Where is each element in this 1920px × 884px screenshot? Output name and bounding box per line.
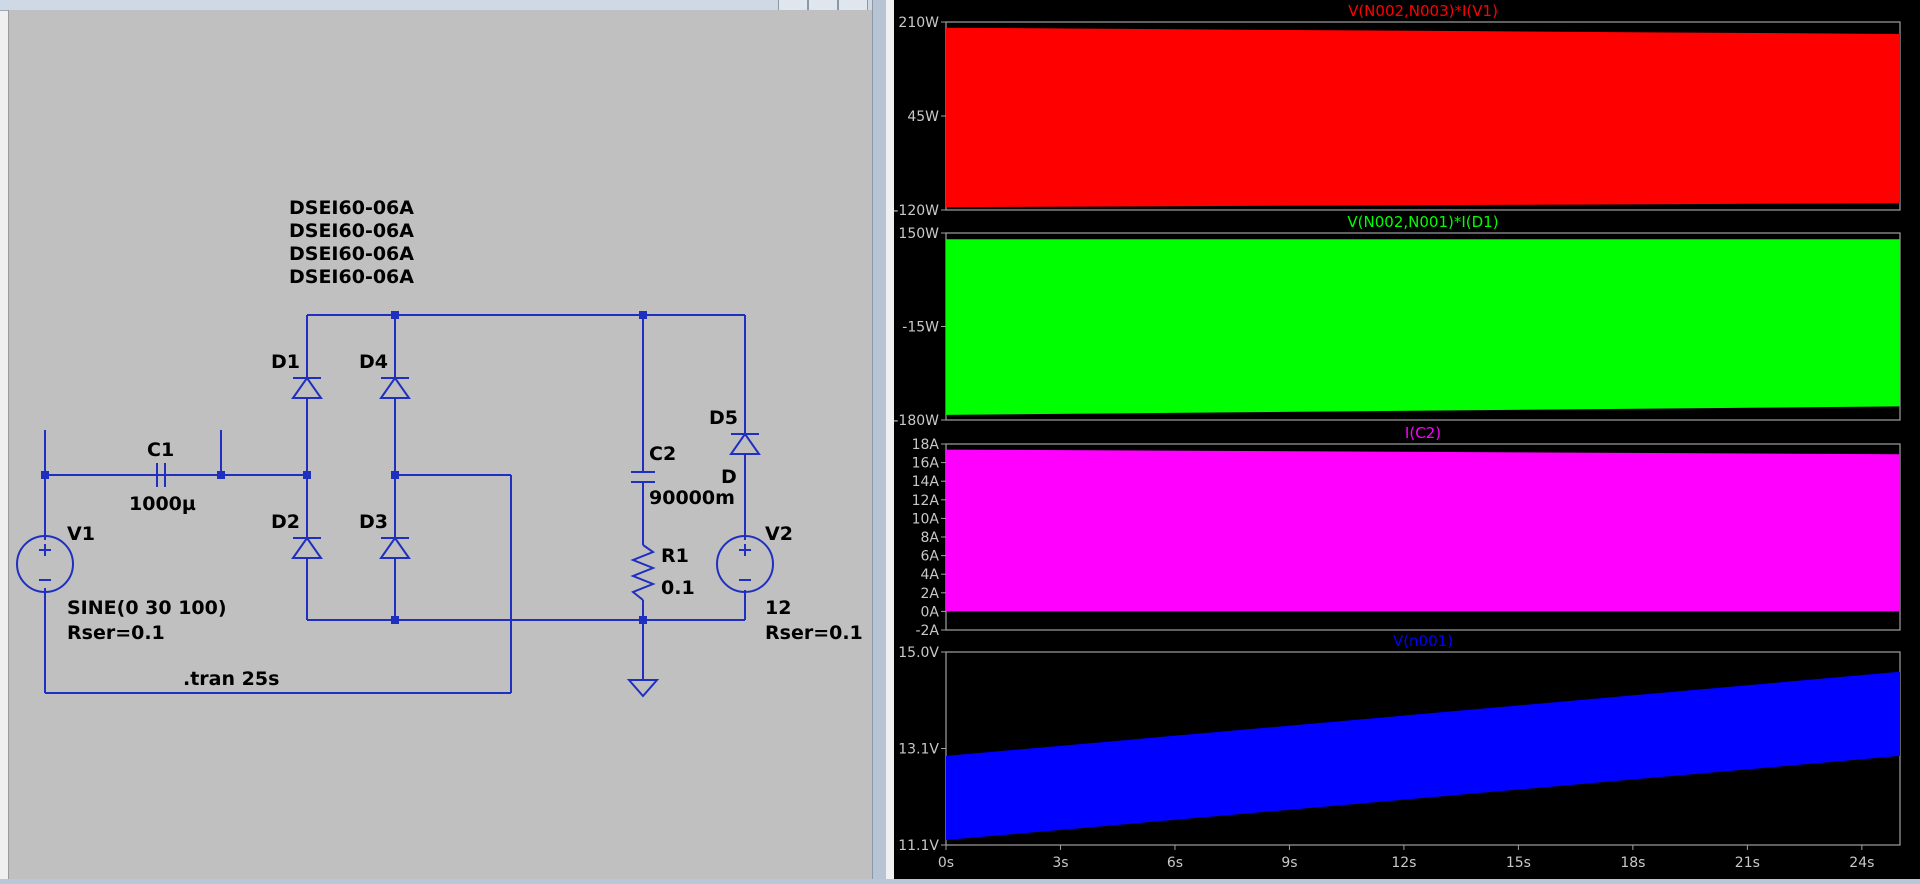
d5-value: D: [721, 466, 737, 488]
c1-label: C1: [147, 439, 174, 461]
d2-label: D2: [271, 511, 300, 533]
resistor-r1[interactable]: [630, 544, 656, 601]
d1-label: D1: [271, 351, 300, 373]
waveform-canvas[interactable]: V(N002,N003)*I(V1) 210W 45W -120W V(N002,N00…: [893, 0, 1920, 879]
junction-dot: [391, 616, 399, 624]
y-tick-label: 2A: [921, 586, 940, 602]
c1-value: 1000µ: [129, 493, 196, 515]
junction-dot: [639, 616, 647, 624]
r1-label: R1: [661, 545, 689, 567]
x-tick-label: 0s: [938, 855, 954, 871]
y-tick-label: 6A: [921, 549, 940, 565]
trace-title[interactable]: V(N002,N001)*I(D1): [1347, 213, 1498, 231]
diode-model-label: DSEI60-06A: [289, 266, 414, 288]
v2-rser: Rser=0.1: [765, 622, 863, 644]
x-tick-label: 15s: [1506, 855, 1531, 871]
diode-model-label: DSEI60-06A: [289, 220, 414, 242]
c2-label: C2: [649, 443, 676, 465]
y-tick-label: -180W: [894, 413, 939, 429]
y-tick-label: 13.1V: [898, 742, 939, 758]
trace-title[interactable]: V(n001): [1393, 632, 1453, 650]
y-tick-label: 11.1V: [898, 838, 939, 854]
diode-d4[interactable]: [379, 376, 411, 399]
r1-value: 0.1: [661, 577, 695, 599]
v2-value: 12: [765, 597, 791, 619]
x-tick-label: 21s: [1735, 855, 1760, 871]
junction-dot: [41, 471, 49, 479]
ground-icon: [626, 679, 660, 698]
y-tick-label: 12A: [912, 493, 940, 509]
junctions: [41, 311, 647, 624]
schematic-drawing[interactable]: DSEI60-06A DSEI60-06A DSEI60-06A DSEI60-…: [9, 10, 873, 879]
x-tick-label: 9s: [1281, 855, 1297, 871]
y-tick-label: 8A: [921, 530, 940, 546]
waveform-window: V(N002,N003)*I(V1) 210W 45W -120W V(N002,N00…: [886, 0, 1920, 879]
y-tick-label: -15W: [902, 320, 939, 336]
y-tick-label: 10A: [912, 511, 940, 527]
v2-label: V2: [765, 523, 793, 545]
junction-dot: [391, 471, 399, 479]
v1-label: V1: [67, 523, 95, 545]
y-tick-label: 15.0V: [898, 645, 939, 661]
y-tick-label: 150W: [898, 226, 939, 242]
trace-envelope[interactable]: [946, 671, 1900, 841]
v1-rser: Rser=0.1: [67, 622, 165, 644]
trace-envelope[interactable]: [946, 239, 1900, 415]
x-tick-label: 24s: [1849, 855, 1874, 871]
junction-dot: [391, 311, 399, 319]
y-tick-label: 0A: [921, 604, 940, 620]
d5-label: D5: [709, 407, 738, 429]
waveform-plot[interactable]: V(N002,N003)*I(V1) 210W 45W -120W V(N002,N00…: [893, 0, 1920, 879]
c2-value: 90000m: [649, 487, 735, 509]
voltage-source-v1[interactable]: [16, 535, 74, 593]
v1-value: SINE(0 30 100): [67, 597, 227, 619]
y-tick-label: 16A: [912, 456, 940, 472]
junction-dot: [303, 471, 311, 479]
trace-title[interactable]: V(N002,N003)*I(V1): [1348, 2, 1498, 20]
d4-label: D4: [359, 351, 388, 373]
y-tick-label: 210W: [898, 15, 939, 31]
x-tick-label: 18s: [1620, 855, 1645, 871]
y-tick-label: 4A: [921, 567, 940, 583]
trace-envelope[interactable]: [946, 449, 1900, 612]
app-window: DSEI60-06A DSEI60-06A DSEI60-06A DSEI60-…: [0, 0, 1920, 879]
x-tick-label: 3s: [1052, 855, 1068, 871]
x-tick-label: 12s: [1391, 855, 1416, 871]
diode-model-label: DSEI60-06A: [289, 243, 414, 265]
y-tick-label: -120W: [894, 203, 939, 219]
tran-directive[interactable]: .tran 25s: [183, 668, 279, 690]
schematic-canvas[interactable]: DSEI60-06A DSEI60-06A DSEI60-06A DSEI60-…: [8, 10, 873, 879]
y-tick-label: -2A: [915, 623, 939, 639]
y-tick-label: 18A: [912, 437, 940, 453]
junction-dot: [217, 471, 225, 479]
junction-dot: [639, 311, 647, 319]
capacitor-c2[interactable]: [631, 471, 655, 483]
y-tick-label: 45W: [907, 109, 939, 125]
d3-label: D3: [359, 511, 388, 533]
diode-d1[interactable]: [291, 376, 323, 399]
y-tick-label: 14A: [912, 474, 940, 490]
diode-d3[interactable]: [379, 536, 411, 559]
trace-title[interactable]: I(C2): [1405, 424, 1441, 442]
diode-d2[interactable]: [291, 536, 323, 559]
schematic-window: DSEI60-06A DSEI60-06A DSEI60-06A DSEI60-…: [0, 0, 880, 879]
diode-model-label: DSEI60-06A: [289, 197, 414, 219]
x-tick-label: 6s: [1167, 855, 1183, 871]
diode-d5[interactable]: [729, 432, 761, 455]
trace-envelope[interactable]: [946, 27, 1900, 208]
